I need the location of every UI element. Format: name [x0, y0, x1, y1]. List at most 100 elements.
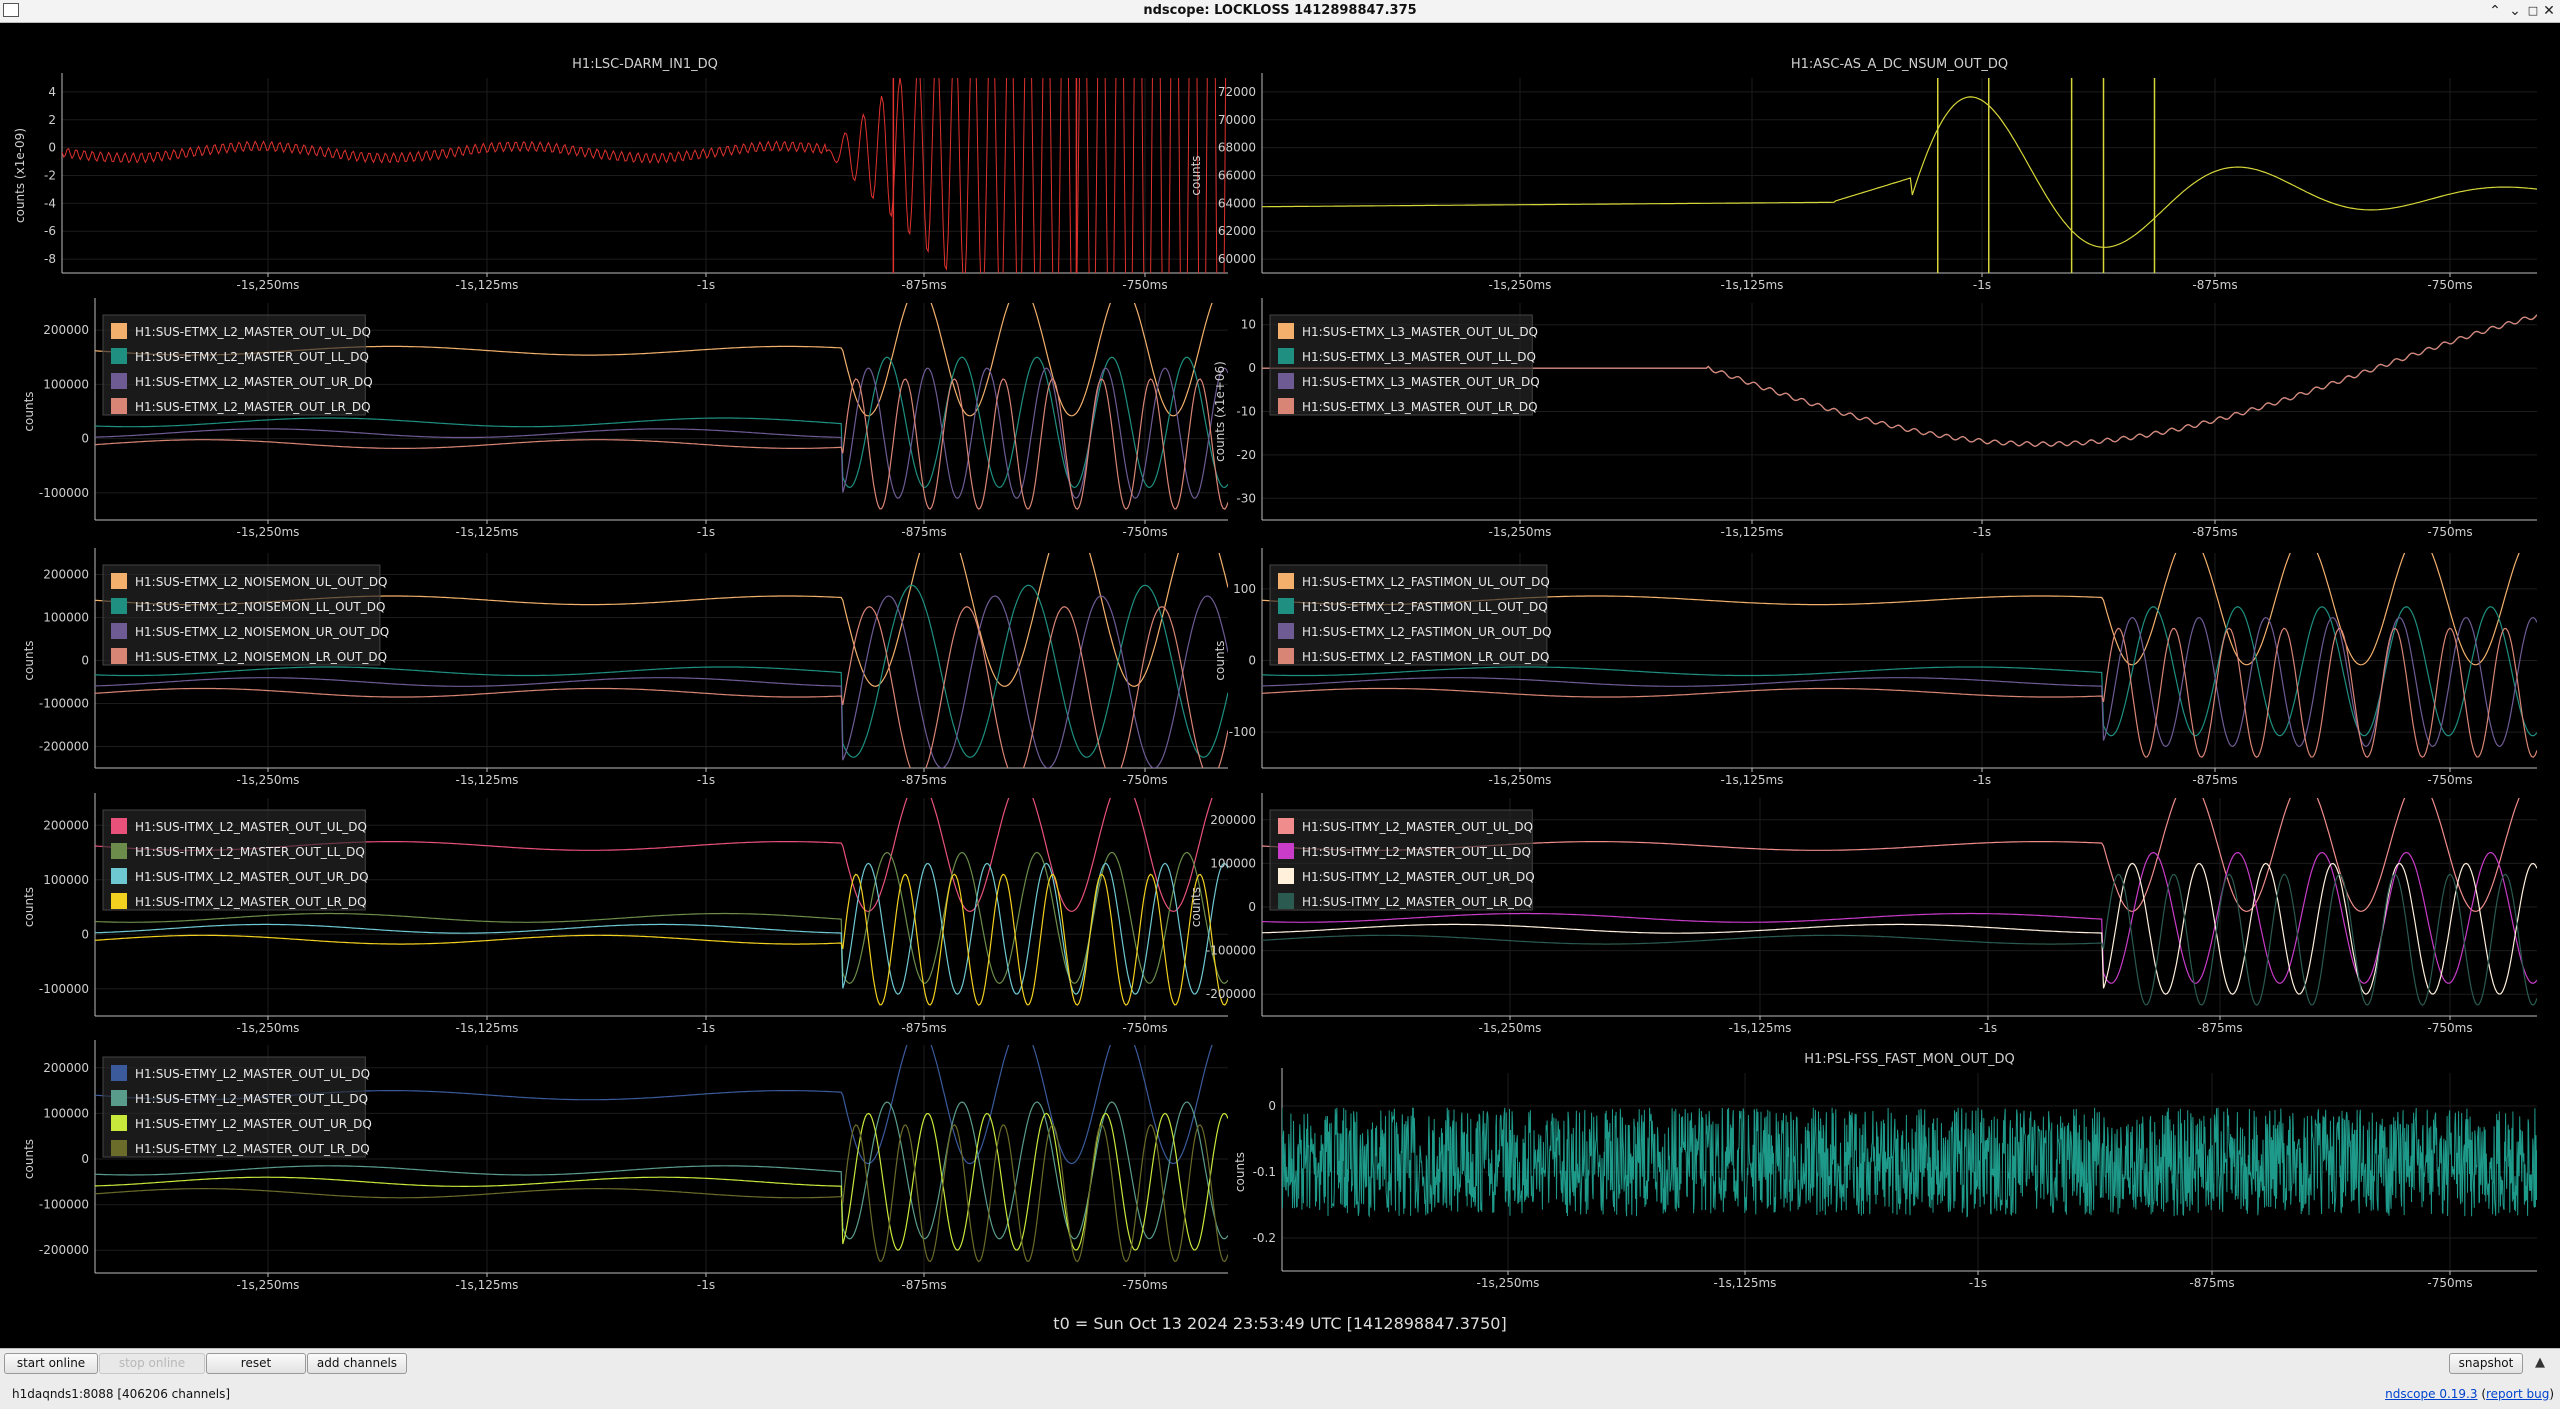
legend-label: H1:SUS-ITMX_L2_MASTER_OUT_LL_DQ	[135, 845, 365, 859]
legend-label: H1:SUS-ETMX_L2_FASTIMON_LL_OUT_DQ	[1302, 600, 1548, 614]
y-tick-label: 68000	[1218, 141, 1256, 155]
legend-swatch	[111, 818, 127, 834]
x-tick-label: -750ms	[2427, 1021, 2472, 1035]
legend-swatch	[1278, 818, 1294, 834]
x-tick-label: -875ms	[2192, 525, 2237, 539]
y-tick-label: 200000	[43, 818, 89, 832]
y-tick-label: 0	[81, 432, 89, 446]
legend-swatch	[111, 648, 127, 664]
plot-as_a[interactable]: H1:ASC-AS_A_DC_NSUM_OUT_DQ 72000 70000 6800…	[1189, 57, 2537, 292]
legend-label: H1:SUS-ETMX_L2_FASTIMON_LR_OUT_DQ	[1302, 650, 1549, 664]
legend-label: H1:SUS-ETMX_L2_MASTER_OUT_UR_DQ	[135, 375, 373, 389]
collapse-icon[interactable]: ▲	[2535, 1355, 2545, 1370]
report-bug-link[interactable]: report bug	[2486, 1387, 2549, 1401]
x-tick-label: -750ms	[2427, 278, 2472, 292]
t0-label: t0 = Sun Oct 13 2024 23:53:49 UTC [14128…	[1053, 1314, 1507, 1333]
x-tick-label: -750ms	[1122, 1021, 1167, 1035]
legend-swatch	[1278, 373, 1294, 389]
plot-grid[interactable]: H1:LSC-DARM_IN1_DQ 4 2 0 -2 -4 -6 -8 -1s,250ms -1…	[0, 23, 2560, 1348]
x-tick-label: -875ms	[901, 773, 946, 787]
legend-swatch	[1278, 323, 1294, 339]
y-tick-label: 0	[81, 654, 89, 668]
plot-fss[interactable]: H1:PSL-FSS_FAST_MON_OUT_DQ 0 -0.1 -0.2 -1s,2…	[1233, 1052, 2537, 1290]
legend-swatch	[1278, 398, 1294, 414]
x-tick-label: -1s	[1973, 278, 1991, 292]
legend-swatch	[1278, 893, 1294, 909]
y-tick-label: -20	[1236, 448, 1256, 462]
x-tick-label: -750ms	[2427, 1276, 2472, 1290]
y-tick-label: -2	[44, 169, 56, 183]
legend-swatch	[111, 323, 127, 339]
plot-etmx_l3[interactable]: 10 0 -10 -20 -30 -1s,250ms -1s,125ms -1s -875ms -…	[1213, 298, 2537, 539]
y-tick-label: 100000	[43, 873, 89, 887]
y-tick-label: -200000	[39, 1243, 89, 1257]
x-tick-label: -1s	[697, 1278, 715, 1292]
window-titlebar: ndscope: LOCKLOSS 1412898847.375 ⌃ ⌄ □ ✕	[0, 0, 2560, 23]
legend: H1:SUS-ITMY_L2_MASTER_OUT_UL_DQ H1:SUS-IT…	[1269, 809, 1535, 911]
legend-swatch	[111, 598, 127, 614]
x-tick-label: -1s,125ms	[1721, 773, 1784, 787]
add-channels-button[interactable]: add channels	[307, 1353, 407, 1374]
legend-swatch	[111, 1065, 127, 1081]
x-tick-label: -1s	[1969, 1276, 1987, 1290]
y-tick-label: 100000	[43, 1106, 89, 1120]
x-tick-label: -1s	[1973, 525, 1991, 539]
x-tick-label: -1s	[697, 1021, 715, 1035]
close-icon[interactable]: ✕	[2540, 2, 2558, 20]
snapshot-button[interactable]: snapshot	[2449, 1353, 2523, 1374]
toolbar: start online stop online reset add chann…	[0, 1348, 2560, 1379]
x-tick-label: -1s,125ms	[456, 1021, 519, 1035]
legend-label: H1:SUS-ITMY_L2_MASTER_OUT_LR_DQ	[1302, 895, 1533, 909]
plot-etmx_l2[interactable]: 200000 100000 0 -100000 -1s,250ms -1s,125ms -1…	[22, 286, 1228, 539]
plot-title: H1:PSL-FSS_FAST_MON_OUT_DQ	[1804, 1052, 2014, 1067]
legend-label: H1:SUS-ETMX_L2_MASTER_OUT_UL_DQ	[135, 325, 371, 339]
x-tick-label: -1s,250ms	[1489, 278, 1552, 292]
legend-swatch	[1278, 598, 1294, 614]
y-axis-label: counts (x1e+06)	[1213, 361, 1227, 462]
plot-etmx_fast[interactable]: 100 0 -100 -1s,250ms -1s,125ms -1s -875ms -750m…	[1213, 536, 2537, 787]
x-tick-label: -1s,125ms	[456, 1278, 519, 1292]
y-tick-label: 0	[81, 927, 89, 941]
legend-label: H1:SUS-ETMX_L2_NOISEMON_UR_OUT_DQ	[135, 625, 389, 639]
x-tick-label: -875ms	[901, 525, 946, 539]
plot-darm[interactable]: H1:LSC-DARM_IN1_DQ 4 2 0 -2 -4 -6 -8 -1s,250ms -1…	[13, 23, 1228, 533]
legend-label: H1:SUS-ETMX_L2_FASTIMON_UR_OUT_DQ	[1302, 625, 1552, 639]
version-link[interactable]: ndscope 0.19.3	[2385, 1387, 2477, 1401]
x-tick-label: -1s,250ms	[237, 1278, 300, 1292]
y-tick-label: 200000	[1210, 813, 1256, 827]
plot-etmy_l2[interactable]: 200000 100000 0 -100000 -200000 -1s,250ms -1s,…	[22, 1027, 1228, 1292]
legend-label: H1:SUS-ETMX_L2_NOISEMON_UL_OUT_DQ	[135, 575, 388, 589]
x-tick-label: -875ms	[2192, 773, 2237, 787]
legend-label: H1:SUS-ETMX_L3_MASTER_OUT_LR_DQ	[1302, 400, 1538, 414]
restore-icon[interactable]: ⌄	[2506, 2, 2524, 20]
x-tick-label: -875ms	[2192, 278, 2237, 292]
minimize-icon[interactable]: ⌃	[2486, 2, 2504, 20]
legend-swatch	[111, 1140, 127, 1156]
x-tick-label: -1s,250ms	[237, 525, 300, 539]
plot-etmx_noise[interactable]: 200000 100000 0 -100000 -200000 -1s,250ms -1s,…	[22, 514, 1228, 787]
y-axis-label: counts	[22, 640, 36, 680]
legend-label: H1:SUS-ETMX_L3_MASTER_OUT_UL_DQ	[1302, 325, 1538, 339]
y-tick-label: -10	[1236, 405, 1256, 419]
y-tick-label: 70000	[1218, 113, 1256, 127]
y-axis-label: counts	[1233, 1152, 1247, 1192]
x-tick-label: -1s,250ms	[1489, 525, 1552, 539]
legend-label: H1:SUS-ETMY_L2_MASTER_OUT_UL_DQ	[135, 1067, 370, 1081]
y-axis-label: counts (x1e-09)	[13, 128, 27, 223]
x-tick-label: -1s,125ms	[1721, 278, 1784, 292]
y-tick-label: 200000	[43, 323, 89, 337]
plot-itmx_l2[interactable]: 200000 100000 0 -100000 -1s,250ms -1s,125ms -1…	[22, 781, 1228, 1035]
stop-online-button[interactable]: stop online	[99, 1353, 205, 1374]
legend-label: H1:SUS-ETMY_L2_MASTER_OUT_LL_DQ	[135, 1092, 368, 1106]
y-tick-label: 200000	[43, 1061, 89, 1075]
plots-canvas[interactable]: H1:LSC-DARM_IN1_DQ 4 2 0 -2 -4 -6 -8 -1s,250ms -1…	[0, 23, 2560, 1313]
x-tick-label: -1s	[1979, 1021, 1997, 1035]
y-tick-label: 0	[1248, 654, 1256, 668]
y-tick-label: 0	[81, 1152, 89, 1166]
y-tick-label: 0	[48, 141, 56, 155]
legend-label: H1:SUS-ETMX_L2_NOISEMON_LR_OUT_DQ	[135, 650, 387, 664]
start-online-button[interactable]: start online	[4, 1353, 98, 1374]
reset-button[interactable]: reset	[206, 1353, 306, 1374]
plot-itmy_l2[interactable]: 200000 100000 0 -100000 -200000 -1s,250ms -1s,…	[1189, 781, 2537, 1035]
y-tick-label: 72000	[1218, 85, 1256, 99]
